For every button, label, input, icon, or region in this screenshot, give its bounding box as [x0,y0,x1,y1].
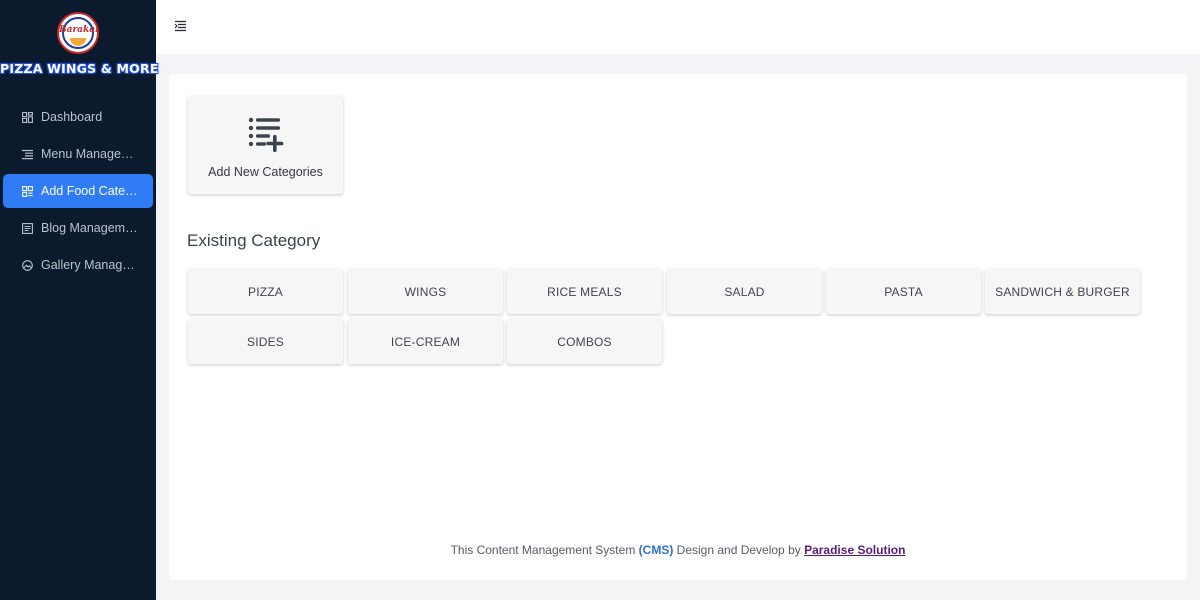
top-bar [156,0,1200,54]
footer-text-middle: Design and Develop by [673,543,805,557]
logo-brand-text: Barakah [59,25,99,35]
category-sandwich-burger[interactable]: SANDWICH & BURGER [985,269,1140,314]
category-ice-cream[interactable]: ICE-CREAM [348,319,503,364]
category-salad[interactable]: SALAD [667,269,822,314]
brand-name: PIZZA WINGS & MORE [0,61,159,76]
developer-link[interactable]: Paradise Solution [804,543,905,557]
blog-icon [22,222,33,234]
category-sides[interactable]: SIDES [188,319,343,364]
main-panel: Add New Categories Existing Category PIZ… [169,74,1187,580]
category-icon [22,185,33,197]
menu-list-icon [22,149,33,160]
footer: This Content Management System (CMS) Des… [169,543,1187,557]
sidebar-item-dashboard[interactable]: Dashboard [3,100,153,134]
logo[interactable]: Barakah PIZZA WINGS & MORE [0,10,159,80]
add-new-categories-label: Add New Categories [208,165,323,179]
hamburger-menu-icon[interactable] [174,19,188,33]
sidebar-item-label: Dashboard [41,110,103,124]
sidebar-item-label: Menu Management [41,147,141,161]
sidebar-item-add-food-category[interactable]: Add Food Category [3,174,153,208]
sidebar-item-gallery-management[interactable]: Gallery Management [3,248,153,282]
sidebar-item-label: Gallery Management [41,258,141,272]
add-list-icon [248,116,284,154]
sidebar-item-label: Blog Management [41,221,141,235]
section-title: Existing Category [187,231,321,250]
gallery-icon [22,259,33,271]
category-wings[interactable]: WINGS [348,269,503,314]
add-new-categories-button[interactable]: Add New Categories [188,96,343,194]
sidebar-item-label: Add Food Category [41,184,141,198]
footer-cms-label: (CMS) [638,543,674,557]
sidebar-item-blog-management[interactable]: Blog Management [3,211,153,245]
logo-badge: Barakah [57,12,99,54]
footer-text: This Content Management System [450,543,639,557]
category-pasta[interactable]: PASTA [826,269,981,314]
category-combos[interactable]: COMBOS [507,319,662,364]
sidebar-nav: Dashboard Menu Management Add Food Categ… [3,100,153,285]
sidebar-item-menu-management[interactable]: Menu Management [3,137,153,171]
category-pizza[interactable]: PIZZA [188,269,343,314]
category-rice-meals[interactable]: RICE MEALS [507,269,662,314]
sidebar: Barakah PIZZA WINGS & MORE Dashboard Men… [0,0,159,600]
dashboard-icon [22,111,33,123]
